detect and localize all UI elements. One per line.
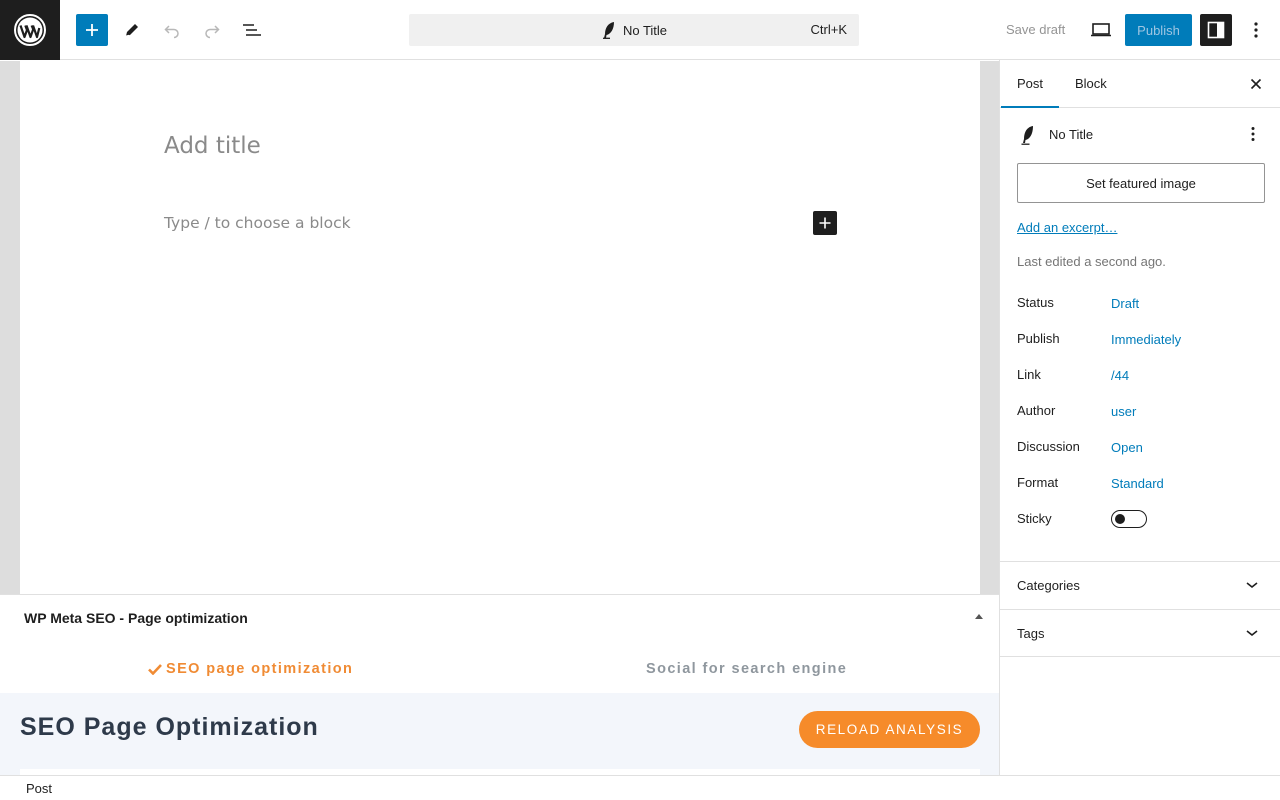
last-edited-text: Last edited a second ago. (1017, 254, 1166, 269)
chevron-down-icon (1246, 630, 1258, 637)
reload-analysis-button[interactable]: RELOAD ANALYSIS (799, 711, 980, 748)
format-label: Format (1017, 475, 1059, 490)
tab-post[interactable]: Post (1001, 60, 1060, 108)
toggle-knob (1115, 514, 1125, 524)
panel-label: Categories (1017, 578, 1080, 593)
categories-panel[interactable]: Categories (1000, 561, 1280, 609)
author-label: Author (1017, 403, 1056, 418)
post-feather-icon (602, 22, 614, 39)
post-card-title: No Title (1049, 127, 1094, 142)
desktop-preview-icon (1091, 23, 1111, 37)
sidebar-tabs: Post Block (1000, 60, 1280, 108)
options-menu-button[interactable] (1240, 14, 1272, 46)
wordpress-logo-icon[interactable] (0, 0, 60, 60)
add-block-button[interactable] (813, 211, 837, 235)
sticky-toggle[interactable] (1111, 510, 1147, 528)
editor-canvas[interactable]: Add title Type / to choose a block (20, 61, 980, 594)
more-vertical-icon (1254, 22, 1258, 38)
more-vertical-icon[interactable] (1245, 126, 1261, 142)
block-inserter-button[interactable] (76, 14, 108, 46)
sticky-label: Sticky (1017, 511, 1052, 526)
post-feather-icon (1021, 126, 1033, 145)
list-view-icon (243, 24, 261, 36)
status-label: Status (1017, 295, 1054, 310)
seo-optimization-panel: SEO Page Optimization RELOAD ANALYSIS (0, 693, 1000, 777)
tab-label: SEO page optimization (166, 661, 354, 677)
collapse-triangle-icon[interactable] (972, 611, 986, 621)
seo-meta-box: WP Meta SEO - Page optimization SEO page… (0, 594, 1000, 777)
tags-panel[interactable]: Tags (1000, 609, 1280, 657)
panel-label: Tags (1017, 626, 1045, 641)
format-value[interactable]: Standard (1111, 476, 1164, 491)
publish-button[interactable]: Publish (1125, 14, 1192, 46)
add-excerpt-link[interactable]: Add an excerpt… (1017, 220, 1117, 235)
publish-label: Publish (1017, 331, 1060, 346)
undo-button[interactable] (156, 14, 188, 46)
editor-footer: Post (0, 775, 1280, 800)
command-bar-shortcut: Ctrl+K (810, 22, 847, 37)
status-value[interactable]: Draft (1111, 296, 1139, 311)
pencil-icon (125, 24, 138, 37)
preview-button[interactable] (1085, 14, 1117, 46)
seo-panel-heading: SEO Page Optimization (20, 713, 319, 741)
tab-seo-page-optimization[interactable]: SEO page optimization (148, 661, 353, 677)
block-appender[interactable]: Type / to choose a block (164, 214, 351, 232)
block-breadcrumb[interactable]: Post (26, 781, 52, 796)
discussion-value[interactable]: Open (1111, 440, 1143, 455)
discussion-label: Discussion (1017, 439, 1080, 454)
plus-icon (86, 24, 98, 36)
tab-block[interactable]: Block (1059, 60, 1123, 108)
plus-icon (819, 217, 831, 229)
redo-icon (205, 25, 220, 39)
settings-sidebar-toggle[interactable] (1200, 14, 1232, 46)
command-bar-title: No Title (622, 22, 668, 38)
editor-header: No Title Ctrl+K Save draft Publish (0, 0, 1280, 60)
chevron-down-icon (1246, 582, 1258, 589)
link-label: Link (1017, 367, 1041, 382)
post-title-input[interactable]: Add title (164, 133, 261, 159)
author-value[interactable]: user (1111, 404, 1136, 419)
tab-social-for-search-engine[interactable]: Social for search engine (646, 661, 847, 677)
undo-icon (164, 25, 179, 39)
tools-button[interactable] (116, 14, 148, 46)
document-overview-button[interactable] (236, 14, 268, 46)
settings-sidebar: Post Block No Title Set featured image A… (999, 60, 1280, 775)
checkmark-icon (148, 664, 162, 675)
meta-box-title: WP Meta SEO - Page optimization (24, 610, 248, 626)
link-value[interactable]: /44 (1111, 368, 1129, 383)
publish-date-value[interactable]: Immediately (1111, 332, 1181, 347)
sidebar-icon (1207, 21, 1225, 39)
redo-button[interactable] (196, 14, 228, 46)
command-palette-bar[interactable]: No Title Ctrl+K (409, 14, 859, 46)
set-featured-image-button[interactable]: Set featured image (1017, 163, 1265, 203)
save-draft-button[interactable]: Save draft (996, 14, 1075, 46)
close-icon[interactable] (1248, 76, 1264, 92)
